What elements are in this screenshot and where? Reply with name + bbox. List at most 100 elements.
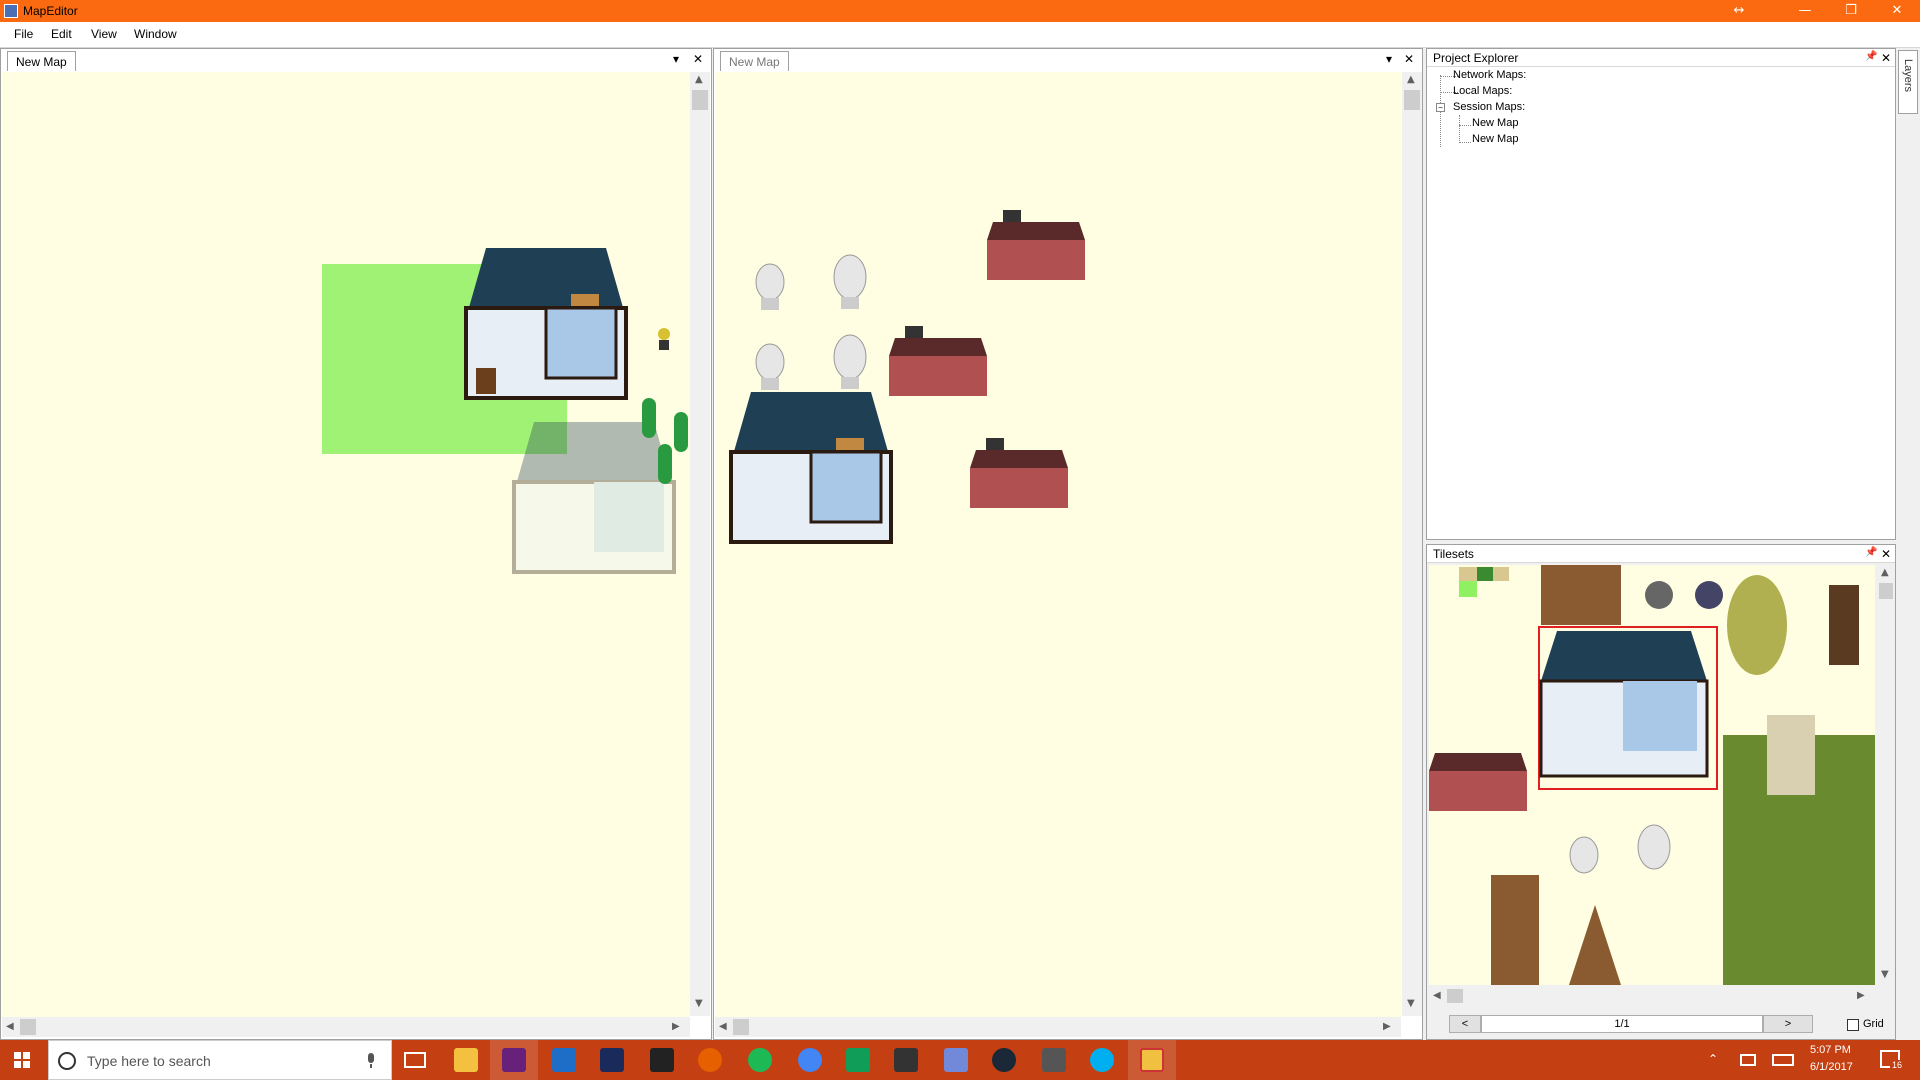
hut [1727, 575, 1787, 675]
tree-connector [1459, 125, 1471, 126]
close-button[interactable]: ✕ [1874, 0, 1920, 22]
menu-file[interactable]: File [14, 27, 33, 41]
scroll-right-arrow[interactable]: ▶ [672, 1021, 680, 1032]
close-icon[interactable]: ✕ [1404, 52, 1414, 66]
clock-time[interactable]: 5:07 PM [1810, 1044, 1851, 1056]
wooden-tower [1491, 875, 1539, 985]
tab-new-map-left[interactable]: New Map [7, 51, 76, 71]
next-page-button[interactable]: > [1763, 1015, 1813, 1033]
x-app-icon[interactable] [894, 1048, 918, 1072]
hangouts-icon[interactable] [846, 1048, 870, 1072]
vertical-scrollbar-tileset[interactable]: ▲ ▼ [1877, 565, 1895, 985]
well [1645, 581, 1673, 609]
menu-window[interactable]: Window [134, 27, 177, 41]
chevron-down-icon[interactable]: ▾ [1386, 52, 1392, 66]
vs-code-icon[interactable] [552, 1048, 576, 1072]
scroll-left-arrow[interactable]: ◀ [6, 1021, 14, 1032]
layers-tab[interactable]: Layers [1898, 50, 1918, 114]
scroll-down-arrow[interactable]: ▼ [1407, 998, 1415, 1009]
scroll-thumb[interactable] [1404, 90, 1420, 110]
pin-icon[interactable]: 📌 [1865, 547, 1877, 558]
search-placeholder: Type here to search [87, 1053, 211, 1069]
collapse-icon[interactable]: − [1436, 103, 1445, 112]
steam-icon[interactable] [992, 1048, 1016, 1072]
app-icon [4, 4, 18, 18]
horizontal-scrollbar-tileset[interactable]: ◀ ▶ [1429, 987, 1875, 1005]
pin-icon[interactable]: 📌 [1865, 51, 1877, 62]
map-canvas-left[interactable] [2, 72, 690, 1022]
chevron-up-icon[interactable]: ⌃ [1708, 1052, 1718, 1066]
battery-icon[interactable] [1740, 1054, 1756, 1066]
scroll-down-arrow[interactable]: ▼ [1881, 969, 1889, 980]
scroll-up-arrow[interactable]: ▲ [695, 74, 703, 85]
scroll-right-arrow[interactable]: ▶ [1383, 1021, 1391, 1032]
wooden-shed [1569, 905, 1621, 985]
terminal-icon[interactable] [600, 1048, 624, 1072]
menu-edit[interactable]: Edit [51, 27, 72, 41]
spotify-icon[interactable] [748, 1048, 772, 1072]
tree-node-local-maps[interactable]: Local Maps: [1453, 85, 1512, 97]
scroll-left-arrow[interactable]: ◀ [1433, 990, 1441, 1001]
resize-icon[interactable]: ↔ [1716, 0, 1762, 22]
scroll-thumb[interactable] [1879, 583, 1893, 599]
grid-checkbox[interactable] [1847, 1019, 1859, 1031]
close-icon[interactable]: ✕ [1881, 547, 1891, 561]
scroll-up-arrow[interactable]: ▲ [1407, 74, 1415, 85]
vertical-scrollbar-right[interactable]: ▲ ▼ [1402, 72, 1422, 1016]
inn-building [464, 248, 628, 400]
brick-house [987, 210, 1085, 280]
tileset-canvas[interactable] [1429, 565, 1875, 985]
chrome-icon[interactable] [798, 1048, 822, 1072]
scroll-left-arrow[interactable]: ◀ [719, 1021, 727, 1032]
tree-node-session-maps[interactable]: Session Maps: [1453, 101, 1525, 113]
map-canvas-right[interactable] [715, 72, 1401, 1022]
cortana-icon [58, 1052, 76, 1070]
window-title: MapEditor [23, 4, 78, 18]
horizontal-scrollbar-right[interactable]: ◀ ▶ [715, 1017, 1401, 1037]
scroll-right-arrow[interactable]: ▶ [1857, 990, 1865, 1001]
angel-statue [833, 254, 867, 309]
scroll-thumb[interactable] [20, 1019, 36, 1035]
search-box[interactable]: Type here to search [48, 1040, 392, 1080]
maximize-button[interactable]: ❐ [1828, 0, 1874, 22]
kindle-icon[interactable] [650, 1048, 674, 1072]
horizontal-scrollbar-left[interactable]: ◀ ▶ [2, 1017, 690, 1037]
windmill [1829, 585, 1859, 665]
skype-icon[interactable] [1090, 1048, 1114, 1072]
scroll-thumb[interactable] [1447, 989, 1463, 1003]
title-bar: MapEditor ↔ — ❐ ✕ [0, 0, 1920, 22]
close-icon[interactable]: ✕ [1881, 51, 1891, 65]
scroll-up-arrow[interactable]: ▲ [1881, 567, 1889, 578]
map-editor-taskbar-icon[interactable] [1140, 1048, 1164, 1072]
clock-date[interactable]: 6/1/2017 [1810, 1061, 1853, 1073]
file-explorer-icon[interactable] [454, 1048, 478, 1072]
scroll-thumb[interactable] [733, 1019, 749, 1035]
windows-start-icon[interactable] [14, 1052, 30, 1068]
inn-building [1539, 631, 1709, 778]
minimize-button[interactable]: — [1782, 0, 1828, 22]
statue [1569, 836, 1599, 874]
scroll-thumb[interactable] [692, 90, 708, 110]
discord-icon[interactable] [944, 1048, 968, 1072]
scroll-down-arrow[interactable]: ▼ [695, 998, 703, 1009]
microphone-icon[interactable] [365, 1053, 377, 1069]
misc-app-icon[interactable] [1042, 1048, 1066, 1072]
menu-view[interactable]: View [91, 27, 117, 41]
tree-node-new-map[interactable]: New Map [1472, 133, 1518, 145]
close-icon[interactable]: ✕ [693, 52, 703, 66]
keyboard-icon[interactable] [1772, 1054, 1794, 1066]
left-map-document: New Map ▾ ✕ ▲ ▼ ◀ ▶ [0, 48, 712, 1040]
visual-studio-icon[interactable] [502, 1048, 526, 1072]
brick-house [970, 438, 1068, 508]
tree-node-network-maps[interactable]: Network Maps: [1453, 69, 1526, 81]
wooden-house [1541, 565, 1621, 625]
prev-page-button[interactable]: < [1449, 1015, 1481, 1033]
task-view-icon[interactable] [404, 1052, 426, 1068]
church [1723, 715, 1875, 985]
firefox-icon[interactable] [698, 1048, 722, 1072]
chevron-down-icon[interactable]: ▾ [673, 52, 679, 66]
inn-building-ghost [512, 422, 676, 574]
tree-node-new-map[interactable]: New Map [1472, 117, 1518, 129]
tab-new-map-right[interactable]: New Map [720, 51, 789, 71]
vertical-scrollbar-left[interactable]: ▲ ▼ [690, 72, 710, 1016]
